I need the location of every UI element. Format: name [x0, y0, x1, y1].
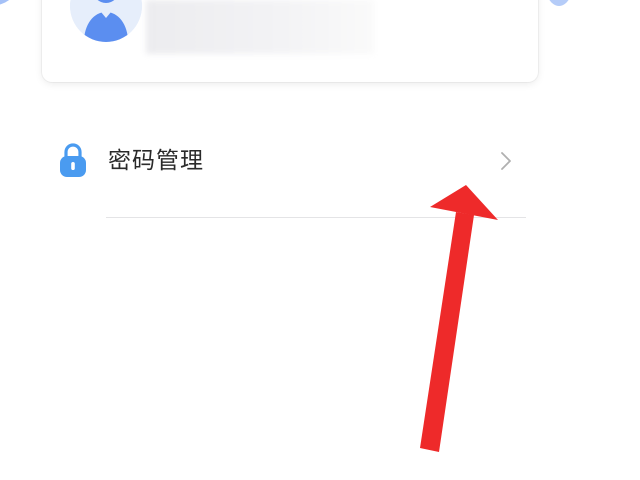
- username-redacted: [146, 0, 374, 54]
- password-management-label: 密码管理: [108, 148, 204, 174]
- row-divider: [106, 217, 526, 218]
- header-background-arc-left: [0, 0, 20, 6]
- lock-icon: [58, 142, 88, 178]
- password-management-row[interactable]: 密码管理: [0, 130, 640, 194]
- annotation-arrow-shaft: [420, 212, 474, 452]
- page: 密码管理: [0, 0, 640, 480]
- chevron-right-icon[interactable]: [498, 150, 514, 172]
- user-avatar-icon[interactable]: [70, 0, 142, 42]
- header-background-arc-right: [544, 0, 574, 6]
